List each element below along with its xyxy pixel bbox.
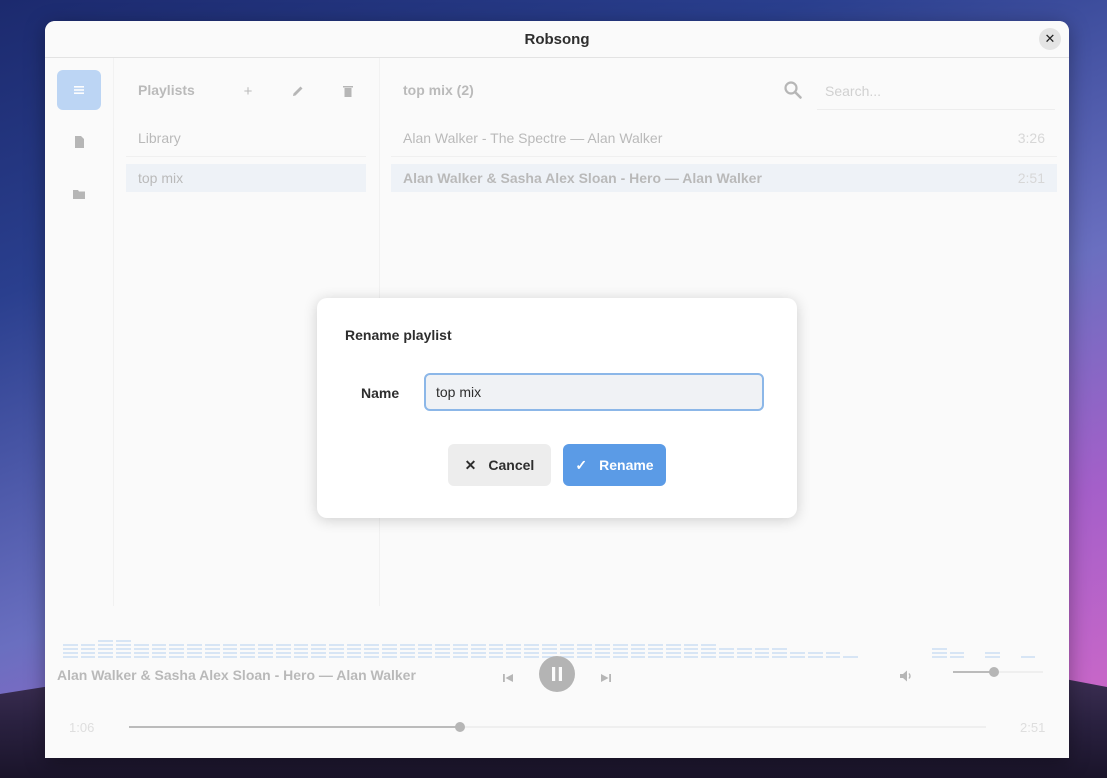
cancel-button[interactable]: ✕ Cancel — [448, 444, 551, 486]
titlebar: Robsong ✕ — [45, 21, 1069, 58]
window-title: Robsong — [524, 30, 590, 48]
close-window-button[interactable]: ✕ — [1039, 28, 1061, 50]
rename-button[interactable]: ✓ Rename — [563, 444, 666, 486]
dialog-title: Rename playlist — [345, 327, 452, 343]
playlist-name-input[interactable] — [424, 373, 764, 411]
checkmark-icon: ✓ — [575, 456, 588, 473]
rename-label: Rename — [599, 457, 654, 473]
close-icon: ✕ — [1044, 31, 1056, 46]
cancel-label: Cancel — [488, 457, 535, 473]
close-icon: ✕ — [464, 456, 477, 473]
name-label: Name — [361, 385, 400, 401]
rename-playlist-dialog: Rename playlist Name ✕ Cancel ✓ Rename — [317, 298, 797, 518]
